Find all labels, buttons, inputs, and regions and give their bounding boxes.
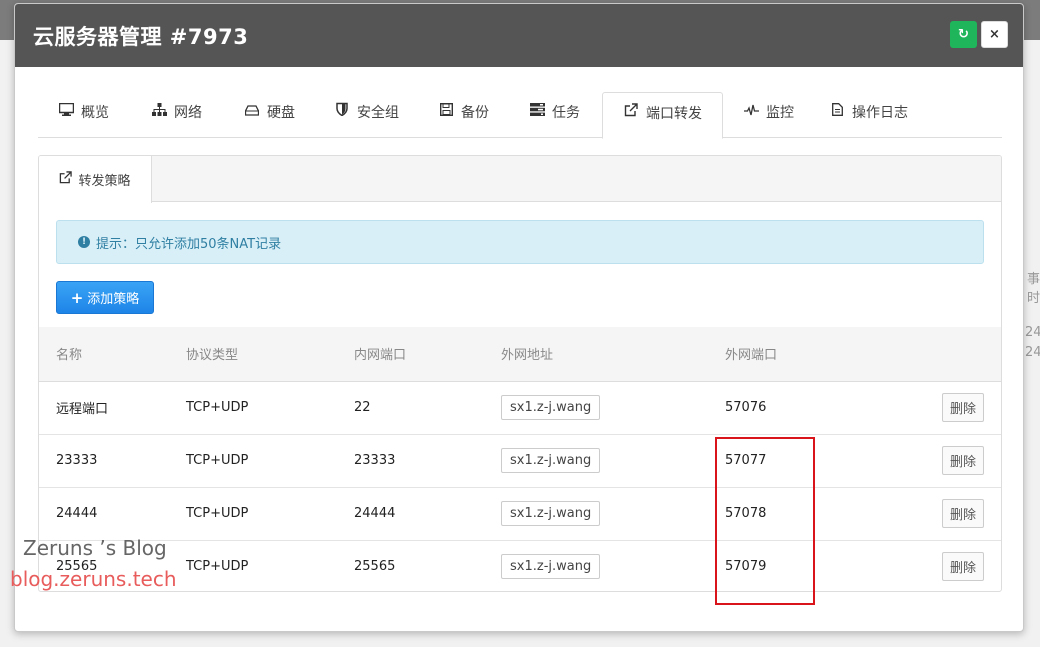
- cell-name: 24444: [56, 506, 98, 521]
- refresh-button[interactable]: ↻: [950, 21, 977, 48]
- tasks-icon: [529, 92, 545, 134]
- cell-internal-port: 25565: [354, 559, 396, 575]
- tab-port-forwarding[interactable]: 端口转发: [602, 92, 723, 139]
- tab-network[interactable]: 网络: [151, 92, 202, 138]
- cell-internal-port: 24444: [354, 506, 396, 521]
- table-header-row: 名称 协议类型 内网端口 外网地址 外网端口: [39, 327, 1001, 382]
- table-row: 24444 TCP+UDP 24444 sx1.z-j.wang 57078 删…: [39, 487, 1001, 540]
- column-header-actions: [915, 327, 1001, 382]
- tab-operation-log[interactable]: 操作日志: [829, 92, 908, 138]
- save-icon: [438, 92, 454, 134]
- tab-forwarding-policy[interactable]: 转发策略: [39, 156, 152, 203]
- network-icon: [151, 92, 167, 134]
- highlight-box: [715, 437, 815, 605]
- column-header-internal-port: 内网端口: [354, 327, 501, 382]
- background-text: 事时: [1027, 272, 1040, 306]
- delete-button[interactable]: 删除: [941, 499, 984, 528]
- panel-tab-bar: 转发策略: [39, 156, 1001, 203]
- background-text: 24: [1025, 325, 1040, 340]
- cell-internal-port: 22: [354, 400, 371, 415]
- tab-tasks[interactable]: 任务: [529, 92, 580, 138]
- tab-bar: 概览 网络 硬盘 安全组 备份 任务 端口转发 监控 操作日志: [38, 92, 1002, 139]
- forwarding-panel: 转发策略 ! 提示：只允许添加50条NAT记录 + 添加策略 名称 协议类型 内…: [38, 155, 1002, 592]
- tab-backup[interactable]: 备份: [438, 92, 489, 138]
- cell-internal-port: 23333: [354, 453, 396, 468]
- close-icon: ×: [989, 27, 1000, 42]
- tab-security-group[interactable]: 安全组: [334, 92, 399, 138]
- delete-button[interactable]: 删除: [941, 552, 984, 582]
- modal-title: 云服务器管理 #7973: [33, 25, 249, 49]
- column-header-external-address: 外网地址: [501, 327, 725, 382]
- external-address-field[interactable]: sx1.z-j.wang: [501, 501, 601, 526]
- table-row: 25565 TCP+UDP 25565 sx1.z-j.wang 57079 删…: [39, 540, 1001, 591]
- background-text: 24: [1025, 345, 1040, 360]
- alert-text: 提示：只允许添加50条NAT记录: [96, 236, 282, 252]
- table-row: 远程端口 TCP+UDP 22 sx1.z-j.wang 57076 删除: [39, 381, 1001, 434]
- info-icon: !: [78, 236, 90, 248]
- tab-overview[interactable]: 概览: [58, 92, 109, 138]
- column-header-external-port: 外网端口: [725, 327, 915, 382]
- tab-monitor[interactable]: 监控: [743, 92, 794, 138]
- external-link-icon: [59, 171, 73, 188]
- file-icon: [829, 92, 845, 134]
- cell-protocol: TCP+UDP: [186, 559, 249, 575]
- tab-disk[interactable]: 硬盘: [244, 92, 295, 138]
- delete-button[interactable]: 删除: [941, 446, 984, 475]
- disk-icon: [244, 92, 260, 134]
- close-button[interactable]: ×: [981, 21, 1008, 48]
- cell-external-port: 57076: [725, 400, 767, 415]
- cell-protocol: TCP+UDP: [186, 506, 249, 521]
- monitor-icon: [58, 92, 74, 134]
- cell-name: 远程端口: [56, 402, 109, 417]
- table-row: 23333 TCP+UDP 23333 sx1.z-j.wang 57077 删…: [39, 434, 1001, 487]
- shield-icon: [334, 92, 350, 134]
- refresh-icon: ↻: [958, 27, 969, 42]
- external-address-field[interactable]: sx1.z-j.wang: [501, 448, 601, 473]
- external-link-icon: [623, 93, 639, 135]
- plus-icon: +: [70, 288, 84, 307]
- cell-protocol: TCP+UDP: [186, 453, 249, 468]
- delete-button[interactable]: 删除: [941, 393, 984, 422]
- watermark-title: Zeruns ’s Blog: [23, 536, 167, 560]
- column-header-name: 名称: [39, 327, 186, 382]
- modal-header: 云服务器管理 #7973 ↻ ×: [15, 4, 1023, 67]
- watermark-url: blog.zeruns.tech: [10, 567, 177, 591]
- nat-limit-alert: ! 提示：只允许添加50条NAT记录: [56, 220, 984, 264]
- column-header-protocol: 协议类型: [186, 327, 354, 382]
- cell-name: 23333: [56, 453, 98, 468]
- external-address-field[interactable]: sx1.z-j.wang: [501, 395, 601, 420]
- forwarding-table: 名称 协议类型 内网端口 外网地址 外网端口 远程端口 TCP+UDP 22 s…: [39, 327, 1001, 591]
- external-address-field[interactable]: sx1.z-j.wang: [501, 554, 601, 580]
- add-policy-button[interactable]: + 添加策略: [56, 281, 154, 314]
- pulse-icon: [743, 92, 759, 134]
- cell-protocol: TCP+UDP: [186, 400, 249, 415]
